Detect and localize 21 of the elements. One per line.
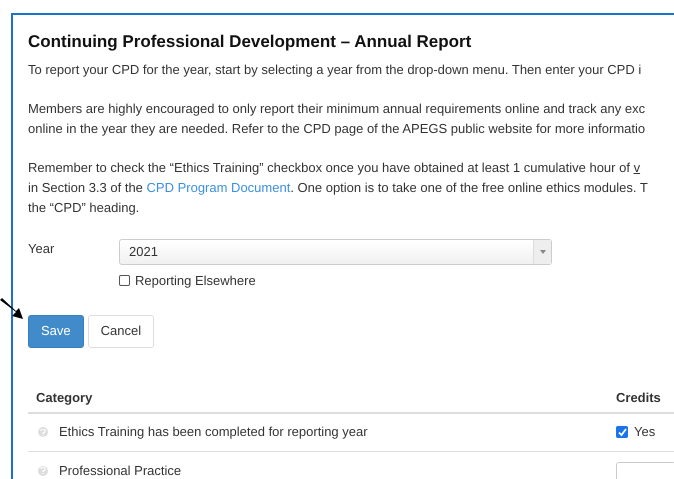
help-icon[interactable] (38, 427, 48, 437)
page-title: Continuing Professional Development – Annual Report (28, 31, 472, 53)
checkbox-label: Reporting Elsewhere (135, 272, 256, 290)
column-header: Category (35, 388, 94, 407)
help-icon[interactable] (38, 466, 48, 476)
paragraph: Remember to check the “Ethics Training” checkbox once you have obtained at least 1 cumulative hour of v in Section 3.3 of the CPD Program Document. One option is to take one of the free online ethics modules. T the “CPD” heading. (28, 159, 649, 217)
column-header: Credits (616, 388, 661, 407)
paragraph: To report your CPD for the year, start by selecting a year from the drop-down menu. Then enter your CPD i (28, 61, 642, 79)
checkbox[interactable] (616, 426, 628, 438)
field-label: Year (28, 240, 56, 258)
link[interactable]: v (634, 160, 640, 175)
year-select[interactable]: 2021 (119, 239, 552, 265)
table-cell-text: Professional Practice (59, 462, 182, 479)
checkbox-label: Yes (634, 423, 656, 442)
checkbox[interactable] (119, 275, 130, 286)
arrow-icon (0, 298, 24, 320)
cancel-button[interactable]: Cancel (88, 314, 154, 348)
table-cell-text: Ethics Training has been completed for reporting year (59, 423, 368, 442)
save-button[interactable]: Save (28, 314, 84, 348)
paragraph: Members are highly encouraged to only report their minimum annual requirements online and track any exc online in the year they are needed. Refer to the CPD page of the APEGS public website for more informatio (28, 100, 646, 138)
caret-icon (540, 250, 546, 254)
